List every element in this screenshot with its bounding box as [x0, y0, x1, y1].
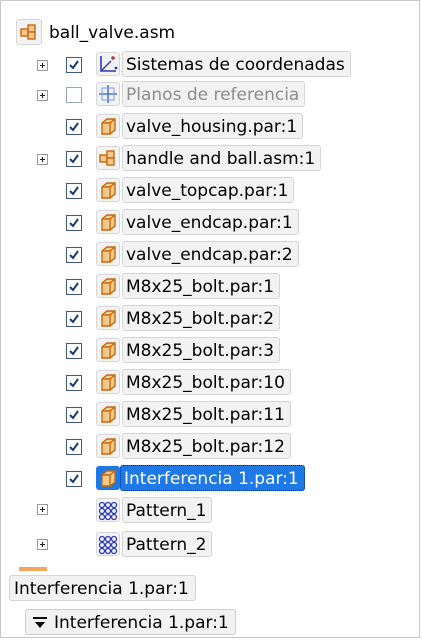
tree-item-label: Sistemas de coordenadas [122, 51, 351, 77]
part-icon [96, 210, 120, 234]
visibility-checkbox[interactable] [66, 247, 82, 263]
tree-root-label: ball_valve.asm [49, 23, 176, 43]
pattern-icon [96, 532, 120, 556]
assembly-icon [16, 19, 42, 45]
tree-item-label: Interferencia 1.par:1 [120, 465, 305, 491]
tree-item-label: Pattern_1 [122, 497, 213, 523]
tree-item-label: M8x25_bolt.par:10 [122, 369, 291, 395]
expand-toggle[interactable] [37, 539, 48, 550]
tree-item-label: Planos de referencia [122, 81, 306, 107]
visibility-checkbox[interactable] [66, 439, 82, 455]
tree-item-label: M8x25_bolt.par:11 [122, 401, 291, 427]
part-icon [96, 434, 120, 458]
selection-dropdown[interactable]: Interferencia 1.par:1 [25, 609, 236, 635]
visibility-checkbox[interactable] [66, 311, 82, 327]
selected-item-label: Interferencia 1.par:1 [9, 575, 196, 601]
dropdown-label: Interferencia 1.par:1 [54, 613, 229, 633]
visibility-checkbox[interactable] [66, 87, 82, 103]
pathfinder-panel: ball_valve.asm Sistemas de coordenadas P… [0, 0, 420, 638]
tree-item-label: M8x25_bolt.par:2 [122, 305, 281, 331]
tree-item-label: Pattern_2 [122, 531, 213, 557]
tree-item-label: M8x25_bolt.par:12 [122, 433, 291, 459]
tree-item-label: handle and ball.asm:1 [122, 145, 322, 171]
visibility-checkbox[interactable] [66, 407, 82, 423]
part-icon [96, 242, 120, 266]
tree-item-label: valve_housing.par:1 [122, 113, 304, 139]
visibility-checkbox[interactable] [66, 375, 82, 391]
expand-toggle[interactable] [37, 154, 48, 165]
visibility-checkbox[interactable] [66, 57, 82, 73]
part-icon [96, 274, 120, 298]
tree-item-label: valve_endcap.par:2 [122, 241, 299, 267]
tree-item-label: M8x25_bolt.par:3 [122, 337, 281, 363]
part-icon [96, 466, 120, 490]
part-icon [96, 306, 120, 330]
expand-toggle[interactable] [37, 90, 48, 101]
part-icon [96, 114, 120, 138]
pattern-icon [96, 498, 120, 522]
part-icon [96, 370, 120, 394]
part-icon [96, 402, 120, 426]
visibility-checkbox[interactable] [66, 471, 82, 487]
part-icon [96, 178, 120, 202]
visibility-checkbox[interactable] [66, 215, 82, 231]
visibility-checkbox[interactable] [66, 183, 82, 199]
expand-toggle[interactable] [37, 60, 48, 71]
tree-item-label: valve_topcap.par:1 [122, 177, 295, 203]
visibility-checkbox[interactable] [66, 279, 82, 295]
panel-splitter[interactable] [19, 567, 47, 571]
coordinate-system-icon [96, 52, 120, 76]
visibility-checkbox[interactable] [66, 343, 82, 359]
visibility-checkbox[interactable] [66, 119, 82, 135]
assembly-icon [96, 146, 120, 170]
tree-item-label: M8x25_bolt.par:1 [122, 273, 281, 299]
part-icon [96, 338, 120, 362]
tree-item-label: valve_endcap.par:1 [122, 209, 299, 235]
visibility-checkbox[interactable] [66, 151, 82, 167]
reference-plane-icon [96, 82, 120, 106]
expand-toggle[interactable] [37, 504, 48, 515]
dropdown-arrow-icon [33, 617, 47, 628]
